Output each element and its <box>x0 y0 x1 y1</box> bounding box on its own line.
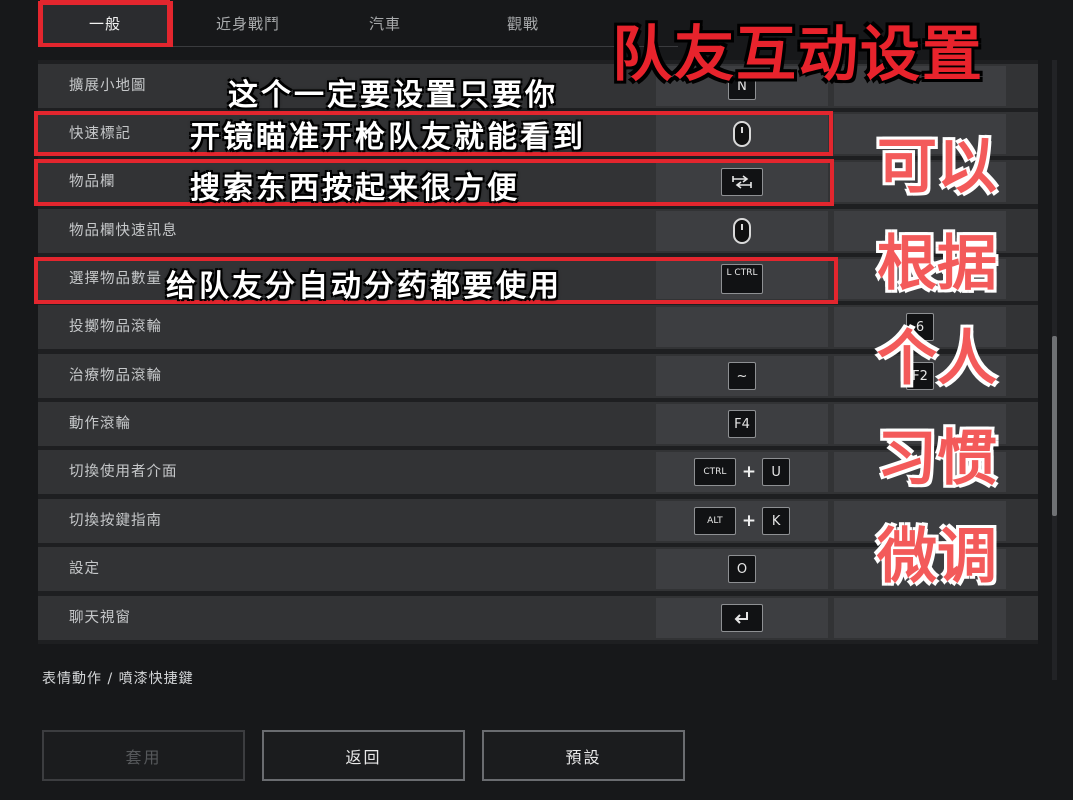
primary-key-slot[interactable] <box>656 598 828 638</box>
primary-key-slot[interactable] <box>656 307 828 347</box>
keybind-label: 聊天視窗 <box>69 610 131 626</box>
keybind-label: 治療物品滾輪 <box>69 368 162 384</box>
primary-key-slot[interactable]: CTRL + U <box>656 452 828 492</box>
key-cap: F4 <box>728 410 756 438</box>
overlay-headline: 队友互动设置 <box>612 20 984 90</box>
key-cap: ALT <box>693 507 736 535</box>
apply-button[interactable]: 套用 <box>42 730 245 781</box>
key-cap: K <box>762 507 791 535</box>
secondary-key-slot[interactable] <box>834 598 1006 638</box>
tab-melee[interactable]: 近身戰鬥 <box>183 0 313 46</box>
mouse-icon <box>733 218 751 244</box>
key-cap: U <box>762 458 791 486</box>
overlay-side-word: 个人 <box>877 324 997 394</box>
plus-sign: + <box>741 462 757 482</box>
keybind-label: 物品欄快速訊息 <box>69 223 178 239</box>
overlay-caption-line2: 开镜瞄准开枪队友就能看到 <box>190 120 586 155</box>
keybind-label: 切換使用者介面 <box>69 464 178 480</box>
overlay-caption-quantity: 给队友分自动分药都要使用 <box>166 269 562 304</box>
overlay-caption-line1: 这个一定要设置只要你 <box>228 78 558 113</box>
key-cap: ~ <box>728 362 756 390</box>
overlay-side-word: 根据 <box>877 229 997 299</box>
tab-spectate[interactable]: 觀戰 <box>458 0 588 46</box>
keybind-row-chat-window: 聊天視窗 <box>38 596 1038 640</box>
enter-key-icon <box>721 604 763 632</box>
primary-key-slot[interactable]: O <box>656 549 828 589</box>
keybind-label: 投擲物品滾輪 <box>69 319 162 335</box>
section-title-emote-shortcuts: 表情動作 / 噴漆快捷鍵 <box>42 671 194 687</box>
overlay-caption-inventory: 搜索东西按起来很方便 <box>190 171 520 206</box>
highlight-box-tab <box>38 1 173 47</box>
overlay-side-word: 微调 <box>877 522 997 592</box>
keybind-label: 設定 <box>69 561 100 577</box>
scrollbar-thumb[interactable] <box>1052 336 1057 516</box>
key-cap: CTRL <box>693 458 736 486</box>
primary-key-slot[interactable]: ~ <box>656 356 828 396</box>
keybind-label: 動作滾輪 <box>69 416 131 432</box>
key-cap: O <box>728 555 756 583</box>
back-button[interactable]: 返回 <box>262 730 465 781</box>
overlay-side-word: 可以 <box>877 132 997 202</box>
overlay-side-word: 习惯 <box>877 424 997 494</box>
primary-key-slot[interactable]: F4 <box>656 404 828 444</box>
keybind-label: 擴展小地圖 <box>69 78 147 94</box>
tab-vehicle[interactable]: 汽車 <box>320 0 450 46</box>
primary-key-slot[interactable] <box>656 211 828 251</box>
keybind-label: 切換按鍵指南 <box>69 513 162 529</box>
primary-key-slot[interactable]: ALT + K <box>656 501 828 541</box>
plus-sign: + <box>741 511 757 531</box>
default-button[interactable]: 預設 <box>482 730 685 781</box>
